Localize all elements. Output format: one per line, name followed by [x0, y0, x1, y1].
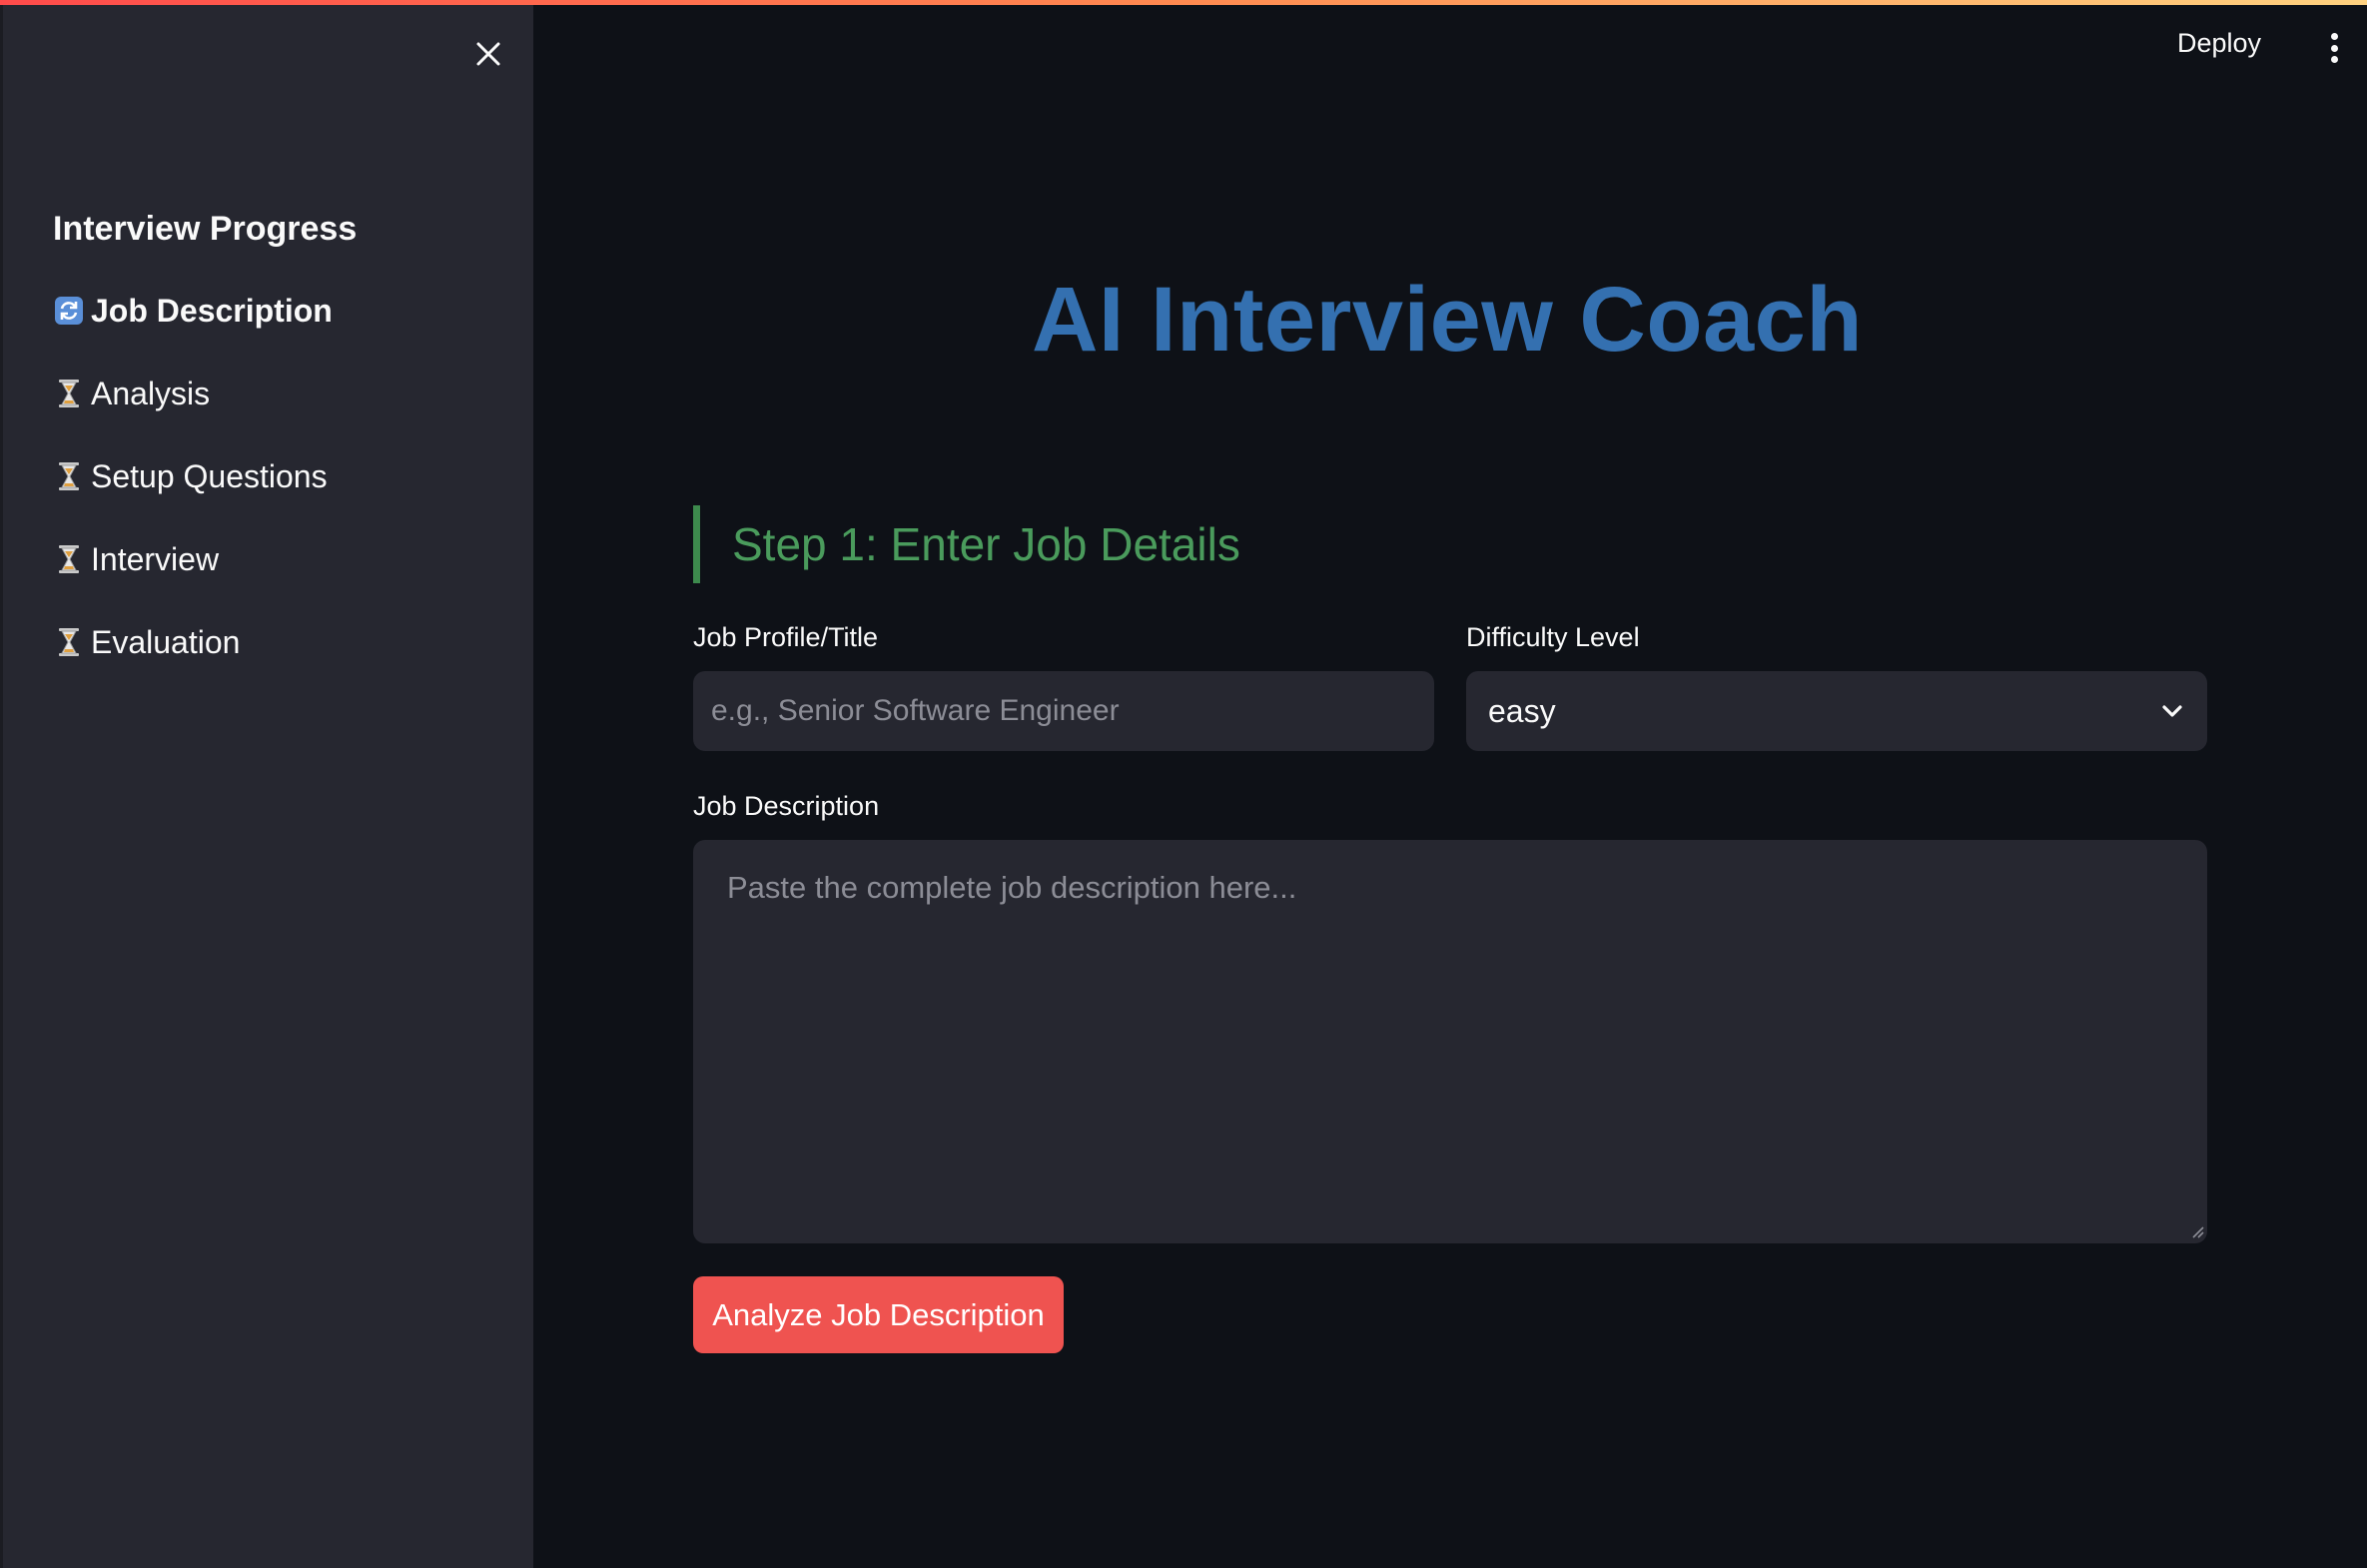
step-label: Job Description	[91, 292, 333, 329]
job-title-input[interactable]	[693, 671, 1434, 751]
deploy-button[interactable]: Deploy	[2177, 28, 2261, 59]
job-title-label: Job Profile/Title	[693, 622, 879, 652]
step-setup-questions[interactable]: Setup Questions	[53, 455, 333, 497]
step-job-description[interactable]: Job Description	[53, 290, 333, 332]
chevron-down-icon	[2162, 705, 2182, 717]
hourglass-icon	[53, 378, 85, 409]
job-description-textarea[interactable]	[693, 840, 2207, 1243]
step-label: Setup Questions	[91, 457, 328, 494]
job-description-label: Job Description	[693, 791, 880, 821]
sidebar-title: Interview Progress	[53, 210, 358, 248]
step-interview[interactable]: Interview	[53, 538, 333, 580]
difficulty-label: Difficulty Level	[1466, 622, 1640, 652]
kebab-menu-icon[interactable]	[2319, 28, 2349, 68]
menu-dot	[2330, 44, 2338, 52]
resize-grip-icon[interactable]	[2189, 1223, 2205, 1239]
top-decoration-bar	[0, 0, 2367, 5]
hourglass-icon	[53, 460, 85, 492]
step-evaluation[interactable]: Evaluation	[53, 621, 333, 663]
menu-dot	[2330, 33, 2338, 40]
step-label: Evaluation	[91, 623, 241, 660]
step-label: Analysis	[91, 375, 211, 411]
step-analysis[interactable]: Analysis	[53, 373, 333, 414]
sidebar: Interview Progress Job Description Analy…	[0, 0, 533, 1568]
menu-dot	[2330, 56, 2338, 63]
difficulty-selected-value: easy	[1488, 692, 1556, 729]
step-header: Step 1: Enter Job Details	[693, 505, 1240, 583]
close-sidebar-button[interactable]	[464, 30, 512, 78]
app-root: Interview Progress Job Description Analy…	[0, 0, 2367, 1568]
progress-steps: Job Description Analysis Setup Questions…	[53, 290, 333, 704]
refresh-icon	[53, 295, 85, 327]
analyze-job-description-button[interactable]: Analyze Job Description	[693, 1276, 1064, 1353]
close-icon	[476, 42, 500, 66]
difficulty-select[interactable]: easy	[1466, 671, 2207, 751]
hourglass-icon	[53, 626, 85, 658]
hourglass-icon	[53, 543, 85, 575]
step-label: Interview	[91, 540, 220, 577]
page-title: AI Interview Coach	[1031, 269, 1864, 371]
